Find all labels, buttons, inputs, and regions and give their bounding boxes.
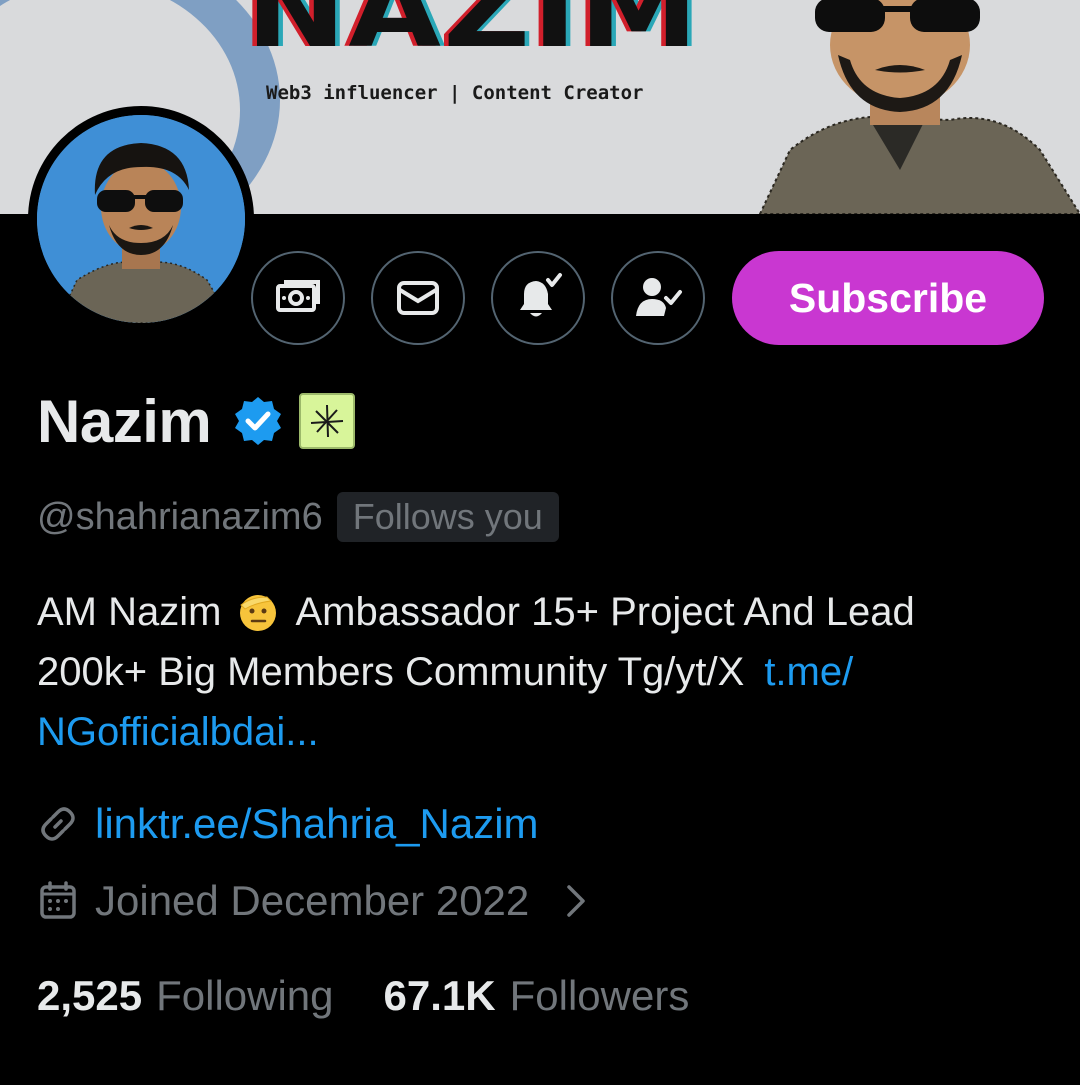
banner-portrait xyxy=(758,0,1080,214)
following-button[interactable] xyxy=(611,251,705,345)
bio-link[interactable]: NGofficialbdai... xyxy=(37,702,319,762)
banner-tagline: Web3 influencer | Content Creator xyxy=(266,82,644,104)
following-label: Following xyxy=(156,972,334,1019)
avatar-image xyxy=(37,115,245,323)
chevron-right-icon xyxy=(567,885,586,917)
bell-check-icon xyxy=(520,273,562,317)
following-count: 2,525 xyxy=(37,972,143,1019)
bio-text: Ambassador 15+ Project And Lead xyxy=(295,590,915,634)
subscribe-button[interactable]: Subscribe xyxy=(732,251,1044,345)
following-stat[interactable]: 2,525 Following xyxy=(37,972,334,1020)
followers-label: Followers xyxy=(509,972,690,1019)
display-name: Nazim xyxy=(37,387,212,455)
website-row: linktr.ee/Shahria_Nazim xyxy=(37,796,539,852)
verified-badge-icon[interactable] xyxy=(231,394,285,448)
handle-row: @shahrianazim6 Follows you xyxy=(37,490,559,544)
bio-link[interactable]: t.me/ xyxy=(764,642,853,702)
person-check-icon xyxy=(636,278,682,316)
bio-line: NGofficialbdai... xyxy=(37,702,1047,762)
calendar-icon xyxy=(40,881,76,919)
profile-bio: AM Nazim Ambassador 15+ Project And Lead… xyxy=(37,582,1047,762)
website-link[interactable]: linktr.ee/Shahria_Nazim xyxy=(95,800,539,848)
saluting-face-icon xyxy=(240,595,277,631)
banner-title: NAZIM xyxy=(246,0,701,71)
message-button[interactable] xyxy=(371,251,465,345)
follow-stats: 2,525 Following 67.1K Followers xyxy=(37,966,689,1026)
bio-line: 200k+ Big Members Community Tg/yt/X t.me… xyxy=(37,642,1047,702)
profile-avatar[interactable] xyxy=(28,106,254,332)
bio-line: AM Nazim Ambassador 15+ Project And Lead xyxy=(37,582,1047,642)
affiliate-logo-icon xyxy=(311,404,344,438)
notifications-button[interactable] xyxy=(491,251,585,345)
avatar-portrait xyxy=(37,115,245,323)
followers-count: 67.1K xyxy=(383,972,496,1019)
profile-handle: @shahrianazim6 xyxy=(37,495,323,538)
bio-text: 200k+ Big Members Community Tg/yt/X xyxy=(37,650,745,694)
profile-page: NAZIM Web3 influencer | Content Creator xyxy=(0,0,1080,1085)
bio-text: AM Nazim xyxy=(37,590,222,634)
affiliate-badge[interactable] xyxy=(299,393,356,449)
follows-you-badge: Follows you xyxy=(336,492,559,542)
tip-button[interactable] xyxy=(251,251,345,345)
link-icon xyxy=(41,807,75,841)
followers-stat[interactable]: 67.1K Followers xyxy=(384,972,690,1020)
joined-date: Joined December 2022 xyxy=(95,877,530,924)
name-row: Nazim xyxy=(37,386,356,456)
joined-row[interactable]: Joined December 2022 xyxy=(37,873,597,929)
envelope-icon xyxy=(397,281,439,315)
money-icon xyxy=(276,280,320,312)
